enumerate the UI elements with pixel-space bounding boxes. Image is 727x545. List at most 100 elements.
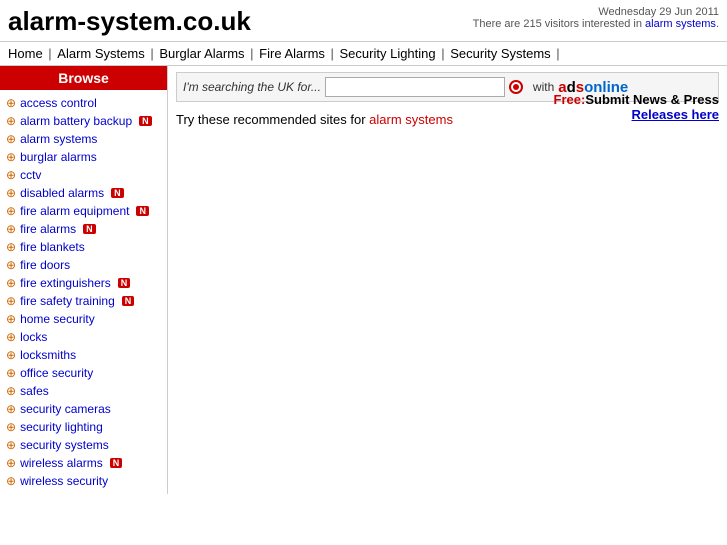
- list-item: ⊕ access control: [0, 94, 167, 112]
- list-item: ⊕fire safety trainingN: [0, 292, 167, 310]
- list-item: ⊕ security systems: [0, 436, 167, 454]
- sidebar-item-link[interactable]: security cameras: [20, 402, 111, 416]
- list-item: ⊕ fire alarm equipment N: [0, 202, 167, 220]
- list-item: ⊕ burglar alarms: [0, 148, 167, 166]
- nav-home[interactable]: Home: [8, 46, 43, 61]
- list-item: ⊕security lighting: [0, 418, 167, 436]
- sidebar-item-link[interactable]: fire blankets: [20, 240, 85, 254]
- arrow-icon: ⊕: [6, 168, 16, 182]
- arrow-icon: ⊕: [6, 438, 16, 452]
- list-item: ⊕ cctv: [0, 166, 167, 184]
- sidebar-item-link[interactable]: burglar alarms: [20, 150, 97, 164]
- arrow-icon: ⊕: [6, 186, 16, 200]
- arrow-icon: ⊕: [6, 204, 16, 218]
- sidebar-item-link[interactable]: office security: [20, 366, 93, 380]
- list-item: ⊕ security cameras: [0, 400, 167, 418]
- arrow-icon: ⊕: [6, 132, 16, 146]
- nav-burglar-alarms[interactable]: Burglar Alarms: [159, 46, 244, 61]
- releases-here-link[interactable]: Releases here: [554, 107, 719, 122]
- free-submit: Free:Submit News & Press Releases here: [554, 92, 719, 122]
- sidebar-item-link[interactable]: fire alarms: [20, 222, 76, 236]
- arrow-icon: ⊕: [6, 456, 16, 470]
- new-badge: N: [136, 206, 149, 216]
- list-item: ⊕ wireless alarms N: [0, 454, 167, 472]
- list-item: ⊕ fire doors: [0, 256, 167, 274]
- nav-alarm-systems[interactable]: Alarm Systems: [57, 46, 144, 61]
- sidebar-item-link[interactable]: fire doors: [20, 258, 70, 272]
- visitor-info: There are 215 visitors interested in ala…: [473, 18, 719, 30]
- sidebar-item-link[interactable]: cctv: [20, 168, 41, 182]
- sidebar-item-link[interactable]: access control: [20, 96, 97, 110]
- sidebar-item-link[interactable]: disabled alarms: [20, 186, 104, 200]
- visitor-link[interactable]: alarm systems: [645, 18, 716, 30]
- nav-security-lighting[interactable]: Security Lighting: [340, 46, 436, 61]
- arrow-icon: ⊕: [6, 312, 16, 326]
- sidebar-item-link[interactable]: locksmiths: [20, 348, 76, 362]
- new-badge: N: [83, 224, 96, 234]
- arrow-icon: ⊕: [6, 222, 16, 236]
- header-right: Wednesday 29 Jun 2011 There are 215 visi…: [473, 6, 719, 30]
- recommended-text: Try these recommended sites for: [176, 112, 369, 127]
- submit-text: Submit News & Press: [585, 92, 719, 107]
- sidebar-item-link[interactable]: wireless alarms: [20, 456, 103, 470]
- sidebar-item-link[interactable]: locks: [20, 330, 47, 344]
- new-badge: N: [139, 116, 152, 126]
- arrow-icon: ⊕: [6, 330, 16, 344]
- arrow-icon: ⊕: [6, 240, 16, 254]
- recommended-link[interactable]: alarm systems: [369, 112, 453, 127]
- free-label: Free:: [554, 92, 586, 107]
- arrow-icon: ⊕: [6, 348, 16, 362]
- list-item: ⊕ locks: [0, 328, 167, 346]
- radio-button[interactable]: [509, 80, 523, 94]
- sidebar-item-link[interactable]: fire extinguishers: [20, 276, 111, 290]
- sidebar-title: Browse: [0, 66, 167, 90]
- main-layout: Browse ⊕ access control ⊕ alarm battery bac…: [0, 66, 727, 494]
- sidebar-item-link[interactable]: fire alarm equipment: [20, 204, 129, 218]
- arrow-icon: ⊕: [6, 294, 16, 308]
- header: alarm-system.co.uk Wednesday 29 Jun 2011…: [0, 0, 727, 41]
- list-item: ⊕ fire blankets: [0, 238, 167, 256]
- recommended-sites: Try these recommended sites for alarm sy…: [176, 112, 453, 127]
- arrow-icon: ⊕: [6, 276, 16, 290]
- arrow-icon: ⊕: [6, 384, 16, 398]
- sidebar-item-link[interactable]: safes: [20, 384, 49, 398]
- sidebar-item-link[interactable]: security systems: [20, 438, 109, 452]
- site-title: alarm-system.co.uk: [8, 6, 251, 37]
- arrow-icon: ⊕: [6, 474, 16, 488]
- arrow-icon: ⊕: [6, 402, 16, 416]
- sidebar: Browse ⊕ access control ⊕ alarm battery bac…: [0, 66, 168, 494]
- new-badge: N: [111, 188, 124, 198]
- arrow-icon: ⊕: [6, 150, 16, 164]
- list-item: ⊕ home security: [0, 310, 167, 328]
- arrow-icon: ⊕: [6, 258, 16, 272]
- list-item: ⊕ locksmiths: [0, 346, 167, 364]
- list-item: ⊕ alarm systems: [0, 130, 167, 148]
- nav-security-systems[interactable]: Security Systems: [450, 46, 550, 61]
- arrow-icon: ⊕: [6, 114, 16, 128]
- arrow-icon: ⊕: [6, 96, 16, 110]
- sidebar-item-link[interactable]: security lighting: [20, 420, 103, 434]
- date-text: Wednesday 29 Jun 2011: [473, 6, 719, 18]
- list-item: ⊕ safes: [0, 382, 167, 400]
- content-body: Try these recommended sites for alarm sy…: [176, 112, 719, 135]
- list-item: ⊕ fire extinguishers N: [0, 274, 167, 292]
- list-item: ⊕office security: [0, 364, 167, 382]
- list-item: ⊕ wireless security: [0, 472, 167, 490]
- nav-fire-alarms[interactable]: Fire Alarms: [259, 46, 325, 61]
- sidebar-item-link[interactable]: alarm battery backup: [20, 114, 132, 128]
- search-input[interactable]: [325, 77, 505, 97]
- list-item: ⊕ alarm battery backup N: [0, 112, 167, 130]
- visitor-text: There are 215 visitors interested in: [473, 18, 645, 30]
- new-badge: N: [110, 458, 123, 468]
- sidebar-item-link[interactable]: home security: [20, 312, 95, 326]
- sidebar-item-link[interactable]: wireless security: [20, 474, 108, 488]
- sidebar-item-link[interactable]: alarm systems: [20, 132, 97, 146]
- free-submit-line1: Free:Submit News & Press: [554, 92, 719, 107]
- with-label: with: [533, 80, 554, 94]
- sidebar-list: ⊕ access control ⊕ alarm battery backup N ⊕ al…: [0, 90, 167, 494]
- list-item: ⊕ disabled alarms N: [0, 184, 167, 202]
- sidebar-item-link[interactable]: fire safety training: [20, 294, 115, 308]
- list-item: ⊕ fire alarms N: [0, 220, 167, 238]
- new-badge: N: [118, 278, 131, 288]
- content-area: I'm searching the UK for... with adsonli…: [168, 66, 727, 494]
